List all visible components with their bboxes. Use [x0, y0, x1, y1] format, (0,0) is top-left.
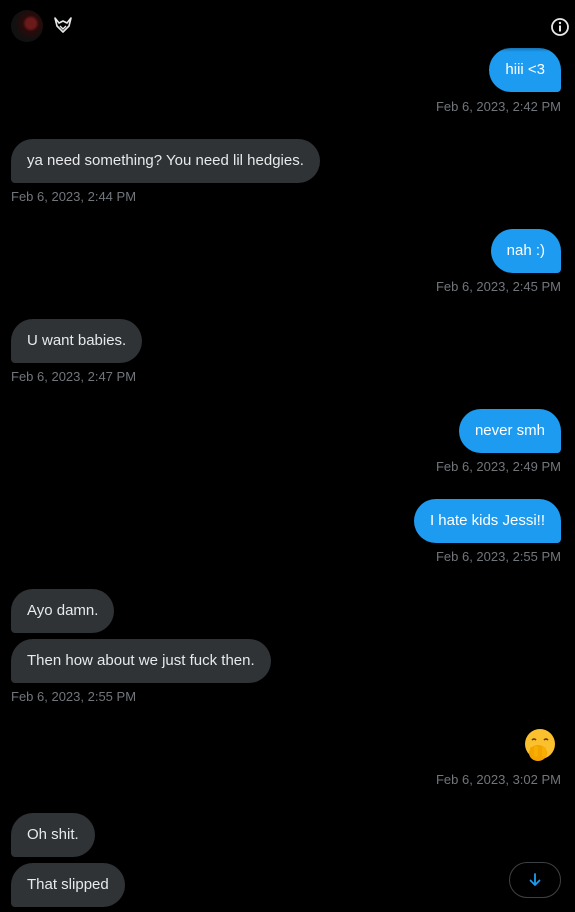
- message-timestamp: Feb 6, 2023, 2:45 PM: [435, 279, 561, 294]
- info-icon[interactable]: [550, 17, 570, 37]
- received-message-bubble[interactable]: That slipped: [11, 863, 125, 907]
- arrow-down-icon: [529, 873, 541, 886]
- message-timestamp: Feb 6, 2023, 2:49 PM: [435, 459, 561, 474]
- message-timestamp: Feb 6, 2023, 2:42 PM: [435, 99, 561, 114]
- scroll-to-bottom-button[interactable]: [509, 862, 561, 898]
- message-timestamp: Feb 6, 2023, 3:02 PM: [435, 772, 561, 787]
- conversation-header: [0, 0, 575, 52]
- message-timestamp: Feb 6, 2023, 2:55 PM: [11, 689, 137, 704]
- face-with-hand-over-mouth-icon[interactable]: [521, 727, 559, 765]
- received-message-bubble[interactable]: Then how about we just fuck then.: [11, 639, 271, 683]
- sent-message-bubble[interactable]: nah :): [490, 229, 561, 273]
- sent-message-bubble[interactable]: never smh: [458, 409, 561, 453]
- sent-message-bubble[interactable]: hiii <3: [489, 48, 561, 92]
- fox-emblem-icon: [54, 17, 72, 33]
- sent-message-bubble[interactable]: I hate kids Jessi!!: [413, 499, 561, 543]
- received-message-bubble[interactable]: ya need something? You need lil hedgies.: [11, 139, 320, 183]
- received-message-bubble[interactable]: Ayo damn.: [11, 589, 115, 633]
- message-timestamp: Feb 6, 2023, 2:55 PM: [435, 549, 561, 564]
- message-timestamp: Feb 6, 2023, 2:44 PM: [11, 189, 137, 204]
- message-timestamp: Feb 6, 2023, 2:47 PM: [11, 369, 137, 384]
- received-message-bubble[interactable]: Oh shit.: [11, 813, 95, 857]
- received-message-bubble[interactable]: U want babies.: [11, 319, 143, 363]
- user-avatar[interactable]: [11, 10, 43, 42]
